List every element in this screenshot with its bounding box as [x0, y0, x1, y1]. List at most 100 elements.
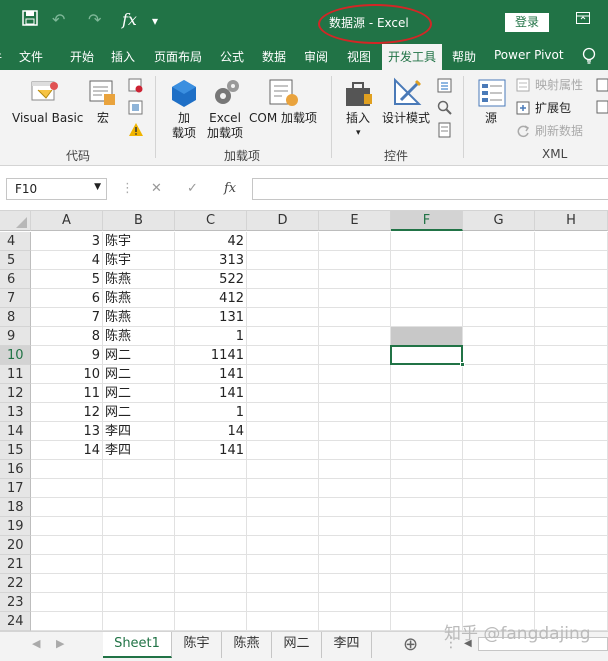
formula-input[interactable]: [252, 178, 608, 200]
cell-empty[interactable]: [247, 441, 319, 460]
cell-a[interactable]: [31, 612, 103, 631]
cell-b[interactable]: 陈宇: [103, 251, 175, 270]
tab-partial[interactable]: 件: [0, 48, 2, 65]
cell-c[interactable]: [175, 555, 247, 574]
insert-dropdown-icon[interactable]: ▾: [356, 126, 361, 141]
sheet-tab-wanger[interactable]: 网二: [272, 632, 322, 658]
cell-empty[interactable]: [247, 460, 319, 479]
cell-empty[interactable]: [391, 422, 463, 441]
cell-c[interactable]: [175, 536, 247, 555]
cell-empty[interactable]: [247, 517, 319, 536]
column-header-h[interactable]: H: [535, 211, 608, 231]
cell-a[interactable]: 14: [31, 441, 103, 460]
cell-empty[interactable]: [319, 460, 391, 479]
tab-insert[interactable]: 插入: [111, 48, 135, 65]
tab-data[interactable]: 数据: [262, 48, 286, 65]
cell-empty[interactable]: [319, 384, 391, 403]
name-box[interactable]: F10 ▼: [6, 178, 107, 200]
column-header-a[interactable]: A: [31, 211, 103, 231]
sheet-tab-chenyu[interactable]: 陈宇: [172, 632, 222, 658]
insert-function-qat[interactable]: fx: [122, 10, 137, 29]
cell-empty[interactable]: [391, 308, 463, 327]
addins-button[interactable]: 加 载项: [172, 111, 196, 141]
cancel-icon[interactable]: ✕: [151, 181, 162, 196]
cell-empty[interactable]: [391, 270, 463, 289]
cell-c[interactable]: 1: [175, 403, 247, 422]
cell-empty[interactable]: [391, 498, 463, 517]
cell-empty[interactable]: [319, 289, 391, 308]
cell-a[interactable]: 12: [31, 403, 103, 422]
cell-empty[interactable]: [535, 384, 608, 403]
cell-empty[interactable]: [247, 270, 319, 289]
cell-empty[interactable]: [535, 232, 608, 251]
cell-a[interactable]: 5: [31, 270, 103, 289]
column-header-g[interactable]: G: [463, 211, 535, 231]
cell-a[interactable]: [31, 479, 103, 498]
cell-empty[interactable]: [463, 251, 535, 270]
cell-c[interactable]: 1141: [175, 346, 247, 365]
cell-a[interactable]: 9: [31, 346, 103, 365]
sheet-tab-sheet1[interactable]: Sheet1: [103, 632, 172, 658]
cell-b[interactable]: 陈燕: [103, 327, 175, 346]
row-header[interactable]: 19: [0, 517, 31, 536]
cell-a[interactable]: [31, 536, 103, 555]
cell-empty[interactable]: [391, 441, 463, 460]
qat-dropdown-icon[interactable]: ▾: [152, 14, 158, 28]
cell-c[interactable]: [175, 479, 247, 498]
cell-a[interactable]: [31, 555, 103, 574]
sheet-tab-lisi[interactable]: 李四: [322, 632, 372, 658]
cell-empty[interactable]: [247, 593, 319, 612]
cell-a[interactable]: [31, 460, 103, 479]
cell-empty[interactable]: [535, 479, 608, 498]
cell-empty[interactable]: [319, 612, 391, 631]
insert-function-icon[interactable]: fx: [224, 181, 236, 196]
cell-empty[interactable]: [247, 422, 319, 441]
tab-view[interactable]: 视图: [347, 48, 371, 65]
cell-b[interactable]: [103, 574, 175, 593]
cell-a[interactable]: 6: [31, 289, 103, 308]
cell-empty[interactable]: [319, 403, 391, 422]
tab-file[interactable]: 文件: [19, 48, 43, 65]
cell-empty[interactable]: [247, 232, 319, 251]
add-sheet-button[interactable]: ⊕: [403, 634, 418, 655]
cell-empty[interactable]: [391, 289, 463, 308]
column-header-c[interactable]: C: [175, 211, 247, 231]
cell-empty[interactable]: [247, 536, 319, 555]
cell-b[interactable]: [103, 460, 175, 479]
cell-empty[interactable]: [463, 403, 535, 422]
cell-c[interactable]: 1: [175, 327, 247, 346]
cell-empty[interactable]: [535, 536, 608, 555]
cell-empty[interactable]: [535, 251, 608, 270]
source-button[interactable]: 源: [485, 111, 497, 126]
row-header[interactable]: 18: [0, 498, 31, 517]
cell-empty[interactable]: [319, 308, 391, 327]
row-header[interactable]: 8: [0, 308, 31, 327]
cell-c[interactable]: [175, 498, 247, 517]
insert-control-button[interactable]: 插入: [346, 111, 370, 126]
cell-c[interactable]: 42: [175, 232, 247, 251]
cell-empty[interactable]: [391, 593, 463, 612]
name-box-dropdown-icon[interactable]: ▼: [94, 182, 101, 192]
cell-empty[interactable]: [247, 403, 319, 422]
cell-empty[interactable]: [319, 517, 391, 536]
row-header[interactable]: 24: [0, 612, 31, 631]
cell-empty[interactable]: [319, 479, 391, 498]
column-header-b[interactable]: B: [103, 211, 175, 231]
cell-empty[interactable]: [535, 441, 608, 460]
cell-c[interactable]: [175, 460, 247, 479]
cell-empty[interactable]: [247, 289, 319, 308]
cell-c[interactable]: 131: [175, 308, 247, 327]
cell-empty[interactable]: [319, 251, 391, 270]
map-properties-button[interactable]: 映射属性: [535, 78, 583, 93]
cell-empty[interactable]: [535, 574, 608, 593]
cell-b[interactable]: [103, 517, 175, 536]
cell-b[interactable]: 陈燕: [103, 289, 175, 308]
row-header[interactable]: 10: [0, 346, 31, 365]
cell-empty[interactable]: [535, 422, 608, 441]
tab-formulas[interactable]: 公式: [220, 48, 244, 65]
worksheet-grid[interactable]: A B C D E F G H 4 3 陈宇 42 5 4 陈宇 313 6 5 陈燕 522 7 6 陈燕…: [0, 211, 608, 631]
macro-security-icon[interactable]: [128, 122, 144, 141]
tab-power-pivot[interactable]: Power Pivot: [494, 48, 564, 62]
cell-empty[interactable]: [535, 593, 608, 612]
cell-a[interactable]: 4: [31, 251, 103, 270]
